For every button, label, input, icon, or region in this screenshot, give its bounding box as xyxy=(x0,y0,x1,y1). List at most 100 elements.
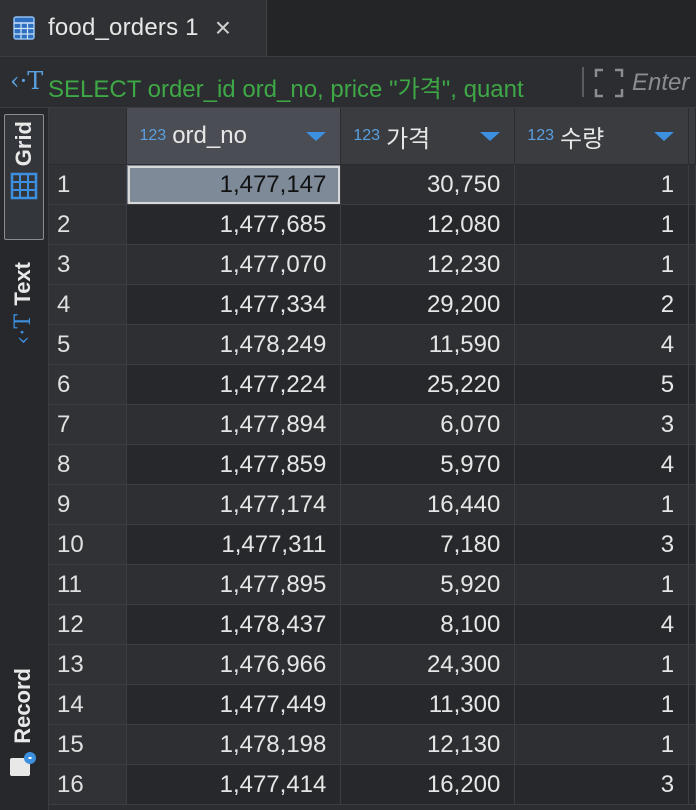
table-row[interactable]: 4 1,477,334 29,200 2 xyxy=(49,284,696,325)
cell-price[interactable]: 16,440 xyxy=(340,484,516,525)
sort-dropdown-icon[interactable] xyxy=(654,132,675,141)
cell-price[interactable]: 25,220 xyxy=(340,364,516,405)
numeric-type-icon: 123 xyxy=(353,127,381,144)
column-header-quantity[interactable]: 123 수량 xyxy=(514,108,690,165)
cell-quantity[interactable]: 1 xyxy=(514,564,690,605)
table-row[interactable]: 10 1,477,311 7,180 3 xyxy=(49,524,696,565)
query-divider xyxy=(582,67,584,97)
cell-price[interactable]: 12,080 xyxy=(340,204,516,245)
sort-dropdown-icon[interactable] xyxy=(306,132,327,141)
table-row[interactable]: 14 1,477,449 11,300 1 xyxy=(49,684,696,725)
table-row[interactable]: 6 1,477,224 25,220 5 xyxy=(49,364,696,405)
cell-price[interactable]: 12,230 xyxy=(340,244,516,285)
cell-quantity[interactable]: 1 xyxy=(514,724,690,765)
cell-ord-no[interactable]: 1,477,685 xyxy=(126,204,342,245)
sql-query-text[interactable]: SELECT order_id ord_no, price "가격", quan… xyxy=(48,69,580,104)
sql-text-icon: ‹·T xyxy=(10,67,44,95)
cell-price[interactable]: 24,300 xyxy=(340,644,516,685)
cell-quantity[interactable]: 4 xyxy=(514,604,690,645)
grid-view-label: Grid xyxy=(11,121,36,167)
column-header-overflow xyxy=(688,108,696,165)
cell-quantity[interactable]: 1 xyxy=(514,204,690,245)
text-view-button[interactable]: Text ‹·T xyxy=(4,258,42,458)
cell-ord-no[interactable]: 1,477,894 xyxy=(126,404,342,445)
cell-overflow xyxy=(688,444,696,485)
cell-quantity[interactable]: 4 xyxy=(514,324,690,365)
cell-quantity[interactable]: 1 xyxy=(514,244,690,285)
cell-overflow xyxy=(688,244,696,285)
cell-price[interactable]: 29,200 xyxy=(340,284,516,325)
column-header-ord-no[interactable]: 123 ord_no xyxy=(126,108,342,165)
cell-ord-no[interactable]: 1,477,070 xyxy=(126,244,342,285)
cell-quantity[interactable]: 3 xyxy=(514,764,690,805)
cell-ord-no[interactable]: 1,477,334 xyxy=(126,284,342,325)
row-number: 8 xyxy=(49,444,128,485)
cell-overflow xyxy=(688,364,696,405)
table-row[interactable]: 2 1,477,685 12,080 1 xyxy=(49,204,696,245)
close-icon[interactable]: × xyxy=(215,14,231,42)
cell-quantity[interactable]: 1 xyxy=(514,484,690,525)
table-row[interactable]: 3 1,477,070 12,230 1 xyxy=(49,244,696,285)
cell-quantity[interactable]: 1 xyxy=(514,684,690,725)
cell-price[interactable]: 6,070 xyxy=(340,404,516,445)
sort-dropdown-icon[interactable] xyxy=(480,132,501,141)
cell-quantity[interactable]: 3 xyxy=(514,524,690,565)
cell-quantity[interactable]: 1 xyxy=(514,644,690,685)
table-row[interactable]: 16 1,477,414 16,200 3 xyxy=(49,764,696,805)
table-row[interactable]: 8 1,477,859 5,970 4 xyxy=(49,444,696,485)
table-row[interactable]: 13 1,476,966 24,300 1 xyxy=(49,644,696,685)
cell-quantity[interactable]: 5 xyxy=(514,364,690,405)
row-number: 14 xyxy=(49,684,128,725)
cell-price[interactable]: 12,130 xyxy=(340,724,516,765)
column-header-price[interactable]: 123 가격 xyxy=(340,108,516,165)
cell-overflow xyxy=(688,324,696,365)
cell-ord-no[interactable]: 1,477,859 xyxy=(126,444,342,485)
cell-ord-no[interactable]: 1,477,311 xyxy=(126,524,342,565)
row-number: 12 xyxy=(49,604,128,645)
cell-quantity[interactable]: 2 xyxy=(514,284,690,325)
cell-ord-no[interactable]: 1,477,174 xyxy=(126,484,342,525)
cell-price[interactable]: 30,750 xyxy=(340,164,516,205)
cell-ord-no[interactable]: 1,478,249 xyxy=(126,324,342,365)
table-row[interactable]: 9 1,477,174 16,440 1 xyxy=(49,484,696,525)
cell-quantity[interactable]: 3 xyxy=(514,404,690,445)
cell-ord-no[interactable]: 1,477,414 xyxy=(126,764,342,805)
cell-price[interactable]: 8,100 xyxy=(340,604,516,645)
cell-ord-no[interactable]: 1,478,437 xyxy=(126,604,342,645)
results-tab[interactable]: food_orders 1 × xyxy=(0,0,267,56)
grid-icon xyxy=(10,172,38,200)
expand-icon[interactable] xyxy=(593,67,625,99)
table-row[interactable]: 5 1,478,249 11,590 4 xyxy=(49,324,696,365)
cell-quantity[interactable]: 1 xyxy=(514,164,690,205)
cell-ord-no[interactable]: 1,477,895 xyxy=(126,564,342,605)
cell-ord-no[interactable]: 1,477,147 xyxy=(126,164,342,205)
cell-overflow xyxy=(688,564,696,605)
table-row[interactable]: 12 1,478,437 8,100 4 xyxy=(49,604,696,645)
cell-price[interactable]: 7,180 xyxy=(340,524,516,565)
table-row[interactable]: 11 1,477,895 5,920 1 xyxy=(49,564,696,605)
table-row[interactable]: 1 1,477,147 30,750 1 xyxy=(49,164,696,205)
record-view-button[interactable]: Record xyxy=(4,668,42,808)
cell-price[interactable]: 5,970 xyxy=(340,444,516,485)
cell-ord-no[interactable]: 1,477,449 xyxy=(126,684,342,725)
cell-overflow xyxy=(688,604,696,645)
cell-overflow xyxy=(688,764,696,805)
table-row[interactable]: 7 1,477,894 6,070 3 xyxy=(49,404,696,445)
grid-view-button[interactable]: Grid xyxy=(4,114,44,240)
row-number: 13 xyxy=(49,644,128,685)
cell-quantity[interactable]: 4 xyxy=(514,444,690,485)
row-number-header xyxy=(49,108,128,165)
cell-price[interactable]: 5,920 xyxy=(340,564,516,605)
cell-price[interactable]: 16,200 xyxy=(340,764,516,805)
cell-price[interactable]: 11,590 xyxy=(340,324,516,365)
results-grid[interactable]: 123 ord_no 123 가격 123 수량 1 1,477,147 30,… xyxy=(49,108,696,810)
cell-overflow xyxy=(688,164,696,205)
cell-ord-no[interactable]: 1,476,966 xyxy=(126,644,342,685)
cell-price[interactable]: 11,300 xyxy=(340,684,516,725)
row-number: 1 xyxy=(49,164,128,205)
cell-ord-no[interactable]: 1,477,224 xyxy=(126,364,342,405)
filter-input[interactable]: Enter xyxy=(632,69,689,97)
cell-ord-no[interactable]: 1,478,198 xyxy=(126,724,342,765)
table-row[interactable]: 15 1,478,198 12,130 1 xyxy=(49,724,696,765)
column-header-label: ord_no xyxy=(172,122,247,149)
